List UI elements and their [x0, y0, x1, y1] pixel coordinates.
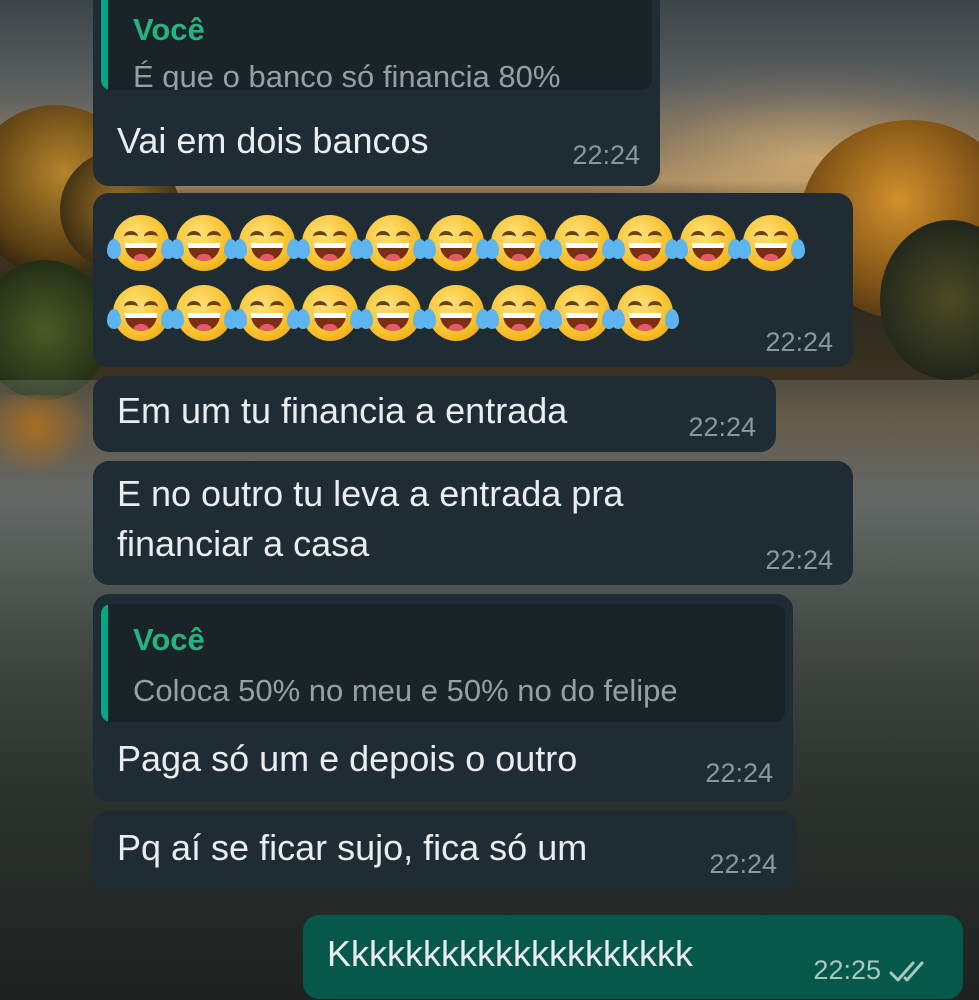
tears-of-joy-emoji [233, 215, 301, 271]
tears-of-joy-emoji [737, 215, 805, 271]
message-bubble-outgoing[interactable]: Kkkkkkkkkkkkkkkkkkkk 22:25 [303, 915, 963, 999]
message-time: 22:24 [765, 545, 833, 575]
message-time: 22:24 [765, 327, 833, 357]
tears-of-joy-emoji [611, 215, 679, 271]
tears-of-joy-emoji [422, 215, 490, 271]
message-time: 22:24 [705, 758, 773, 788]
message-text-line: E no outro tu leva a entrada pra [117, 473, 624, 514]
message-text: Paga só um e depois o outro [117, 738, 578, 779]
tears-of-joy-emoji [548, 285, 616, 341]
tears-of-joy-emoji [170, 215, 238, 271]
message-bubble-incoming[interactable]: 22:24 [93, 193, 853, 367]
tears-of-joy-emoji [485, 215, 553, 271]
message-bubble-incoming[interactable]: Você Coloca 50% no meu e 50% no do felip… [93, 594, 793, 802]
quote-author: Você [133, 12, 205, 47]
tears-of-joy-emoji [548, 215, 616, 271]
tears-of-joy-emoji [674, 215, 742, 271]
message-text: Em um tu financia a entrada [117, 390, 568, 431]
tears-of-joy-emoji [107, 215, 175, 271]
message-text: Pq aí se ficar sujo, fica só um [117, 827, 588, 868]
message-time: 22:25 [813, 955, 881, 985]
quote-author: Você [133, 622, 205, 657]
message-time: 22:24 [688, 412, 756, 442]
message-bubble-incoming[interactable]: Pq aí se ficar sujo, fica só um 22:24 [93, 811, 797, 891]
tears-of-joy-emoji [233, 285, 301, 341]
message-time: 22:24 [572, 140, 640, 170]
tears-of-joy-emoji [359, 215, 427, 271]
quote-accent-bar [101, 0, 108, 90]
emoji-row [107, 285, 679, 341]
message-bubble-incoming[interactable]: Em um tu financia a entrada 22:24 [93, 376, 776, 452]
message-bubble-incoming[interactable]: Você É que o banco só financia 80% Vai e… [93, 0, 660, 186]
emoji-row [107, 215, 805, 271]
message-bubble-incoming[interactable]: E no outro tu leva a entrada pra financi… [93, 461, 853, 585]
quoted-message[interactable]: Você É que o banco só financia 80% [101, 0, 652, 90]
quoted-message[interactable]: Você Coloca 50% no meu e 50% no do felip… [101, 604, 785, 722]
message-text-line: financiar a casa [117, 523, 370, 564]
tears-of-joy-emoji [107, 285, 175, 341]
quote-accent-bar [101, 604, 108, 722]
tears-of-joy-emoji [170, 285, 238, 341]
quote-text: É que o banco só financia 80% [133, 59, 561, 91]
tears-of-joy-emoji [485, 285, 553, 341]
tears-of-joy-emoji [296, 215, 364, 271]
wallpaper-reflection [0, 395, 90, 475]
tears-of-joy-emoji [611, 285, 679, 341]
tears-of-joy-emoji [359, 285, 427, 341]
message-text: Vai em dois bancos [117, 120, 429, 161]
double-check-icon [889, 961, 924, 982]
tears-of-joy-emoji [296, 285, 364, 341]
tears-of-joy-emoji [422, 285, 490, 341]
quote-text: Coloca 50% no meu e 50% no do felipe [133, 673, 678, 708]
message-time: 22:24 [709, 849, 777, 879]
message-text: Kkkkkkkkkkkkkkkkkkkk [327, 933, 694, 974]
